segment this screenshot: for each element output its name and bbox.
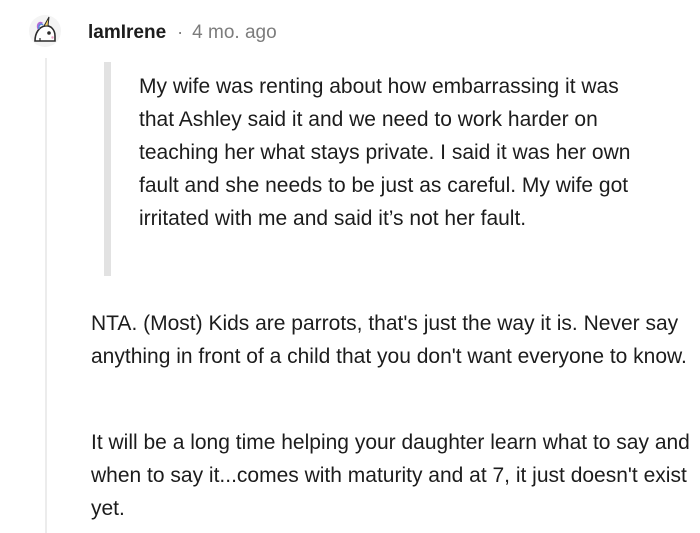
comment-timestamp[interactable]: 4 mo. ago: [192, 22, 277, 44]
meta-separator: ·: [177, 21, 184, 42]
user-avatar[interactable]: [28, 14, 62, 48]
comment-paragraph-1: NTA. (Most) Kids are parrots, that's jus…: [91, 312, 687, 368]
blockquote: My wife was renting about how embarrassi…: [104, 62, 664, 276]
quote-bar: [104, 62, 111, 276]
comment-paragraph-2: It will be a long time helping your daug…: [91, 431, 690, 520]
username-link[interactable]: lamIrene: [88, 22, 166, 44]
thread-line[interactable]: [45, 58, 47, 533]
comment-header: lamIrene · 4 mo. ago: [88, 20, 277, 46]
quote-text: My wife was renting about how embarrassi…: [139, 75, 631, 230]
unicorn-avatar-icon: [29, 15, 61, 47]
